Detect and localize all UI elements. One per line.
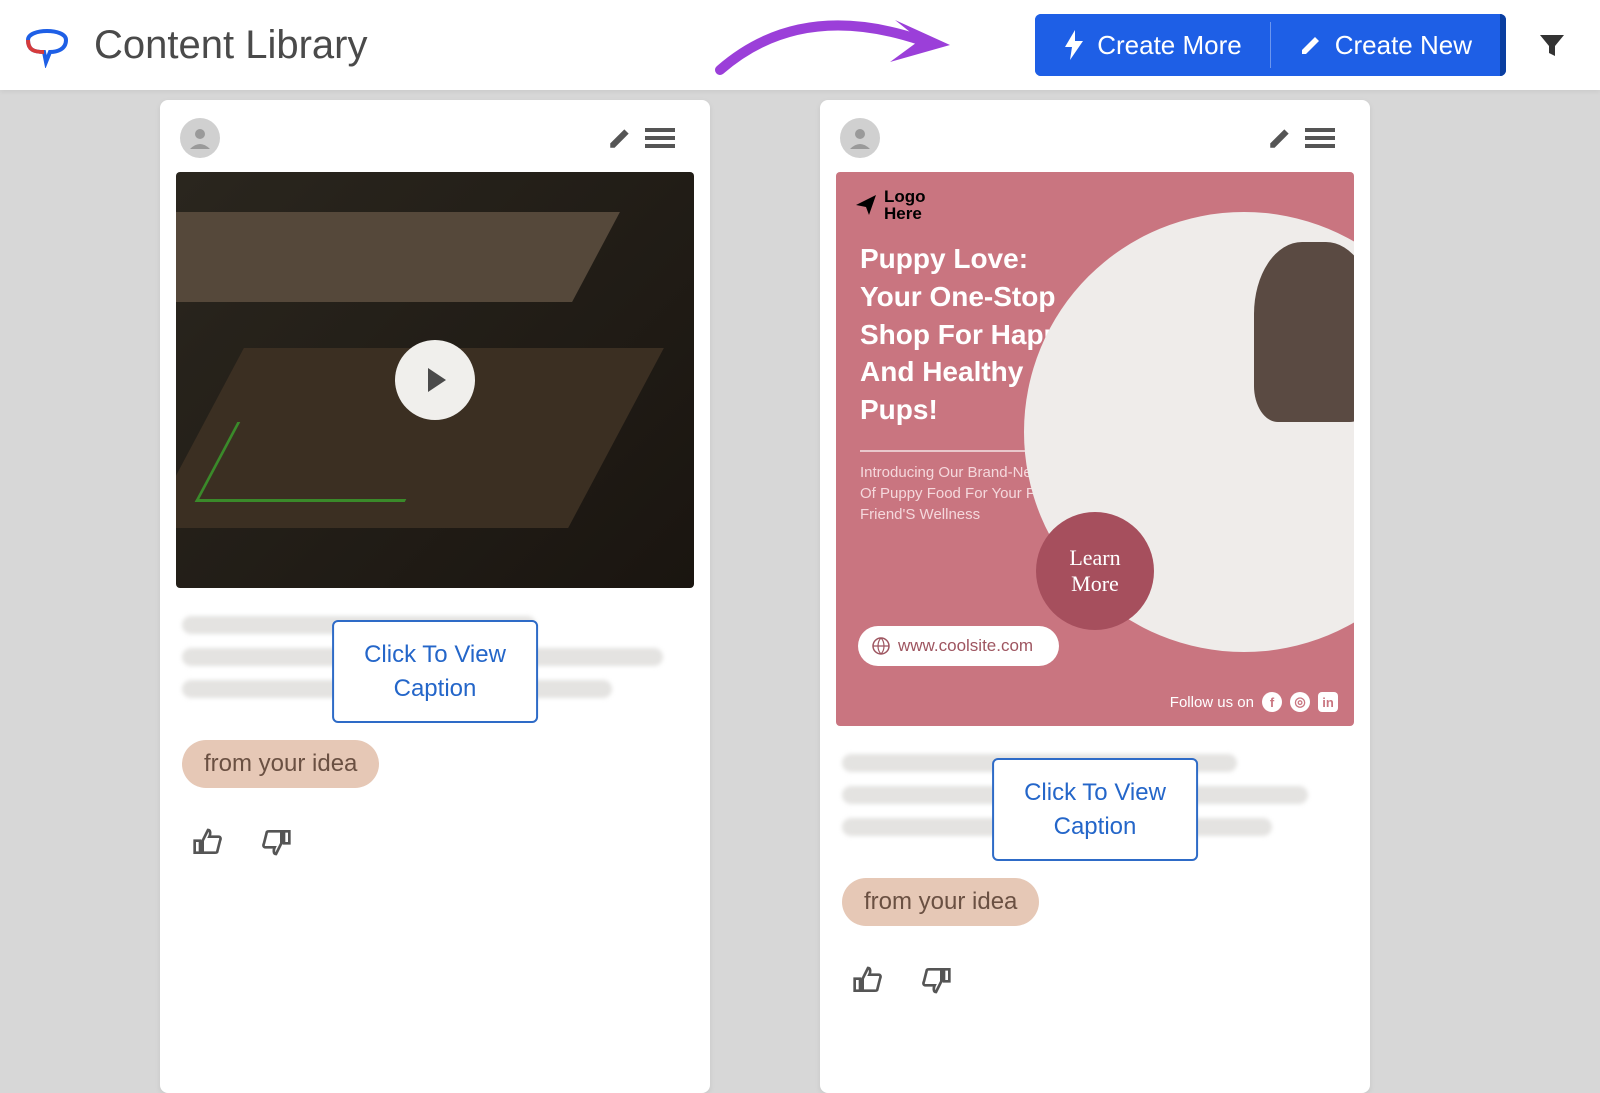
card-header <box>160 100 710 172</box>
edit-button[interactable] <box>1260 118 1300 158</box>
play-icon <box>418 363 452 397</box>
video-thumbnail[interactable] <box>176 172 694 588</box>
thumbs-down-button[interactable] <box>256 822 296 862</box>
create-new-label: Create New <box>1335 30 1472 61</box>
idea-tag: from your idea <box>842 878 1039 926</box>
create-new-button[interactable]: Create New <box>1271 14 1506 76</box>
pencil-icon <box>1299 33 1323 57</box>
caption-area: Click To View Caption from your idea <box>160 588 710 800</box>
view-caption-button[interactable]: Click To View Caption <box>332 620 538 723</box>
content-card: Logo Here Puppy Love: Your One-Stop Shop… <box>820 100 1370 1093</box>
content-grid: Click To View Caption from your idea <box>0 90 1600 1093</box>
thumbs-down-icon <box>260 826 292 858</box>
avatar <box>180 118 220 158</box>
edit-button[interactable] <box>600 118 640 158</box>
create-button-group: Create More Create New <box>1035 14 1506 76</box>
instagram-icon: ◎ <box>1290 692 1310 712</box>
hamburger-icon <box>1305 126 1335 150</box>
caption-area: Click To View Caption from your idea <box>820 726 1370 938</box>
create-more-label: Create More <box>1097 30 1242 61</box>
filter-button[interactable] <box>1524 17 1580 73</box>
view-caption-button[interactable]: Click To View Caption <box>992 758 1198 861</box>
learn-more-badge: Learn More <box>1036 512 1154 630</box>
thumbs-down-button[interactable] <box>916 960 956 1000</box>
globe-icon <box>872 637 890 655</box>
filter-icon <box>1537 30 1567 60</box>
content-card: Click To View Caption from your idea <box>160 100 710 1093</box>
pencil-icon <box>607 125 633 151</box>
card-actions <box>160 800 710 890</box>
play-button[interactable] <box>395 340 475 420</box>
thumbs-up-icon <box>852 964 884 996</box>
flyer-url-text: www.coolsite.com <box>898 636 1033 656</box>
menu-button[interactable] <box>1300 118 1340 158</box>
thumbs-up-icon <box>192 826 224 858</box>
flyer-image[interactable]: Logo Here Puppy Love: Your One-Stop Shop… <box>836 172 1354 726</box>
paper-plane-icon <box>854 193 878 217</box>
flyer-logo: Logo Here <box>854 188 926 222</box>
thumbs-down-icon <box>920 964 952 996</box>
follow-us-row: Follow us on f ◎ in <box>1170 692 1338 712</box>
lightning-icon <box>1063 30 1085 60</box>
annotation-arrow <box>710 10 970 80</box>
follow-label: Follow us on <box>1170 694 1254 711</box>
card-actions <box>820 938 1370 1028</box>
flyer-url-pill: www.coolsite.com <box>858 626 1059 666</box>
app-logo <box>20 22 74 68</box>
thumbs-up-button[interactable] <box>188 822 228 862</box>
create-more-button[interactable]: Create More <box>1035 14 1270 76</box>
facebook-icon: f <box>1262 692 1282 712</box>
idea-tag: from your idea <box>182 740 379 788</box>
card-header <box>820 100 1370 172</box>
thumbs-up-button[interactable] <box>848 960 888 1000</box>
flyer-divider <box>860 450 1040 452</box>
flyer-logo-text: Logo Here <box>884 188 926 222</box>
pencil-icon <box>1267 125 1293 151</box>
avatar <box>840 118 880 158</box>
menu-button[interactable] <box>640 118 680 158</box>
hamburger-icon <box>645 126 675 150</box>
linkedin-icon: in <box>1318 692 1338 712</box>
